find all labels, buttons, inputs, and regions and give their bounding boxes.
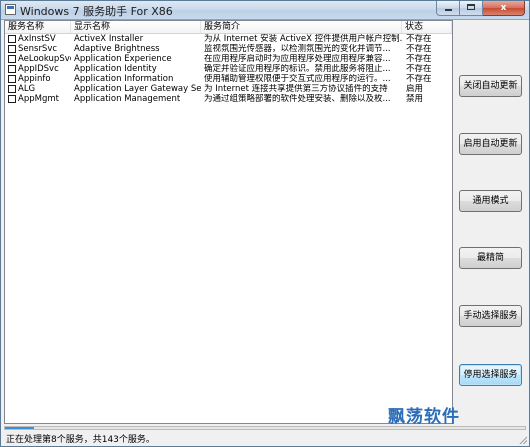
disable-auto-update-button[interactable]: 关闭自动更新	[459, 75, 522, 97]
column-header-status[interactable]: 状态	[402, 21, 452, 33]
column-header-service-name[interactable]: 服务名称	[5, 21, 71, 33]
display-name-cell: Application Management	[74, 94, 181, 104]
title-bar[interactable]: Windows 7 服务助手 For X86 x	[1, 1, 529, 20]
window-title: Windows 7 服务助手 For X86	[20, 5, 173, 18]
column-header-display-name[interactable]: 显示名称	[71, 21, 201, 33]
description-cell: 为通过组策略部署的软件处理安装、删除以及枚...	[204, 94, 391, 104]
service-list[interactable]: 服务名称 显示名称 服务简介 状态 AxInstSV ActiveX Instal…	[4, 20, 453, 424]
status-text: 正在处理第8个服务，共143个服务。	[6, 435, 155, 445]
list-item[interactable]: AppMgmt Application Management 为通过组策略部署的软件…	[5, 94, 452, 105]
progress-fill	[5, 427, 35, 429]
client-area: 服务名称 显示名称 服务简介 状态 AxInstSV ActiveX Instal…	[4, 20, 526, 426]
minimize-icon	[445, 9, 452, 11]
manual-select-services-button[interactable]: 手动选择服务	[459, 305, 522, 327]
main-window: Windows 7 服务助手 For X86 x 服务名称 显示名称 服务简介 …	[0, 0, 530, 447]
maximize-icon	[467, 4, 475, 10]
enable-auto-update-button[interactable]: 启用自动更新	[459, 133, 522, 155]
column-header-description[interactable]: 服务简介	[201, 21, 402, 33]
caption-buttons: x	[436, 1, 525, 17]
watermark-logo: 飘荡软件	[388, 407, 460, 427]
size-grip-icon[interactable]	[517, 434, 527, 444]
list-header: 服务名称 显示名称 服务简介 状态	[5, 21, 452, 34]
minimize-button[interactable]	[436, 1, 460, 16]
app-window-icon	[5, 4, 16, 15]
most-minimal-button[interactable]: 最精简	[459, 247, 522, 269]
service-name-cell: AppMgmt	[18, 94, 59, 104]
status-bar: 正在处理第8个服务，共143个服务。	[1, 426, 529, 446]
stop-selected-services-button[interactable]: 停用选择服务	[459, 364, 522, 386]
progress-bar	[4, 426, 526, 430]
close-icon: x	[500, 3, 507, 13]
general-mode-button[interactable]: 通用模式	[459, 190, 522, 212]
maximize-button[interactable]	[460, 1, 483, 16]
close-button[interactable]: x	[483, 1, 525, 16]
status-cell: 禁用	[406, 94, 424, 104]
